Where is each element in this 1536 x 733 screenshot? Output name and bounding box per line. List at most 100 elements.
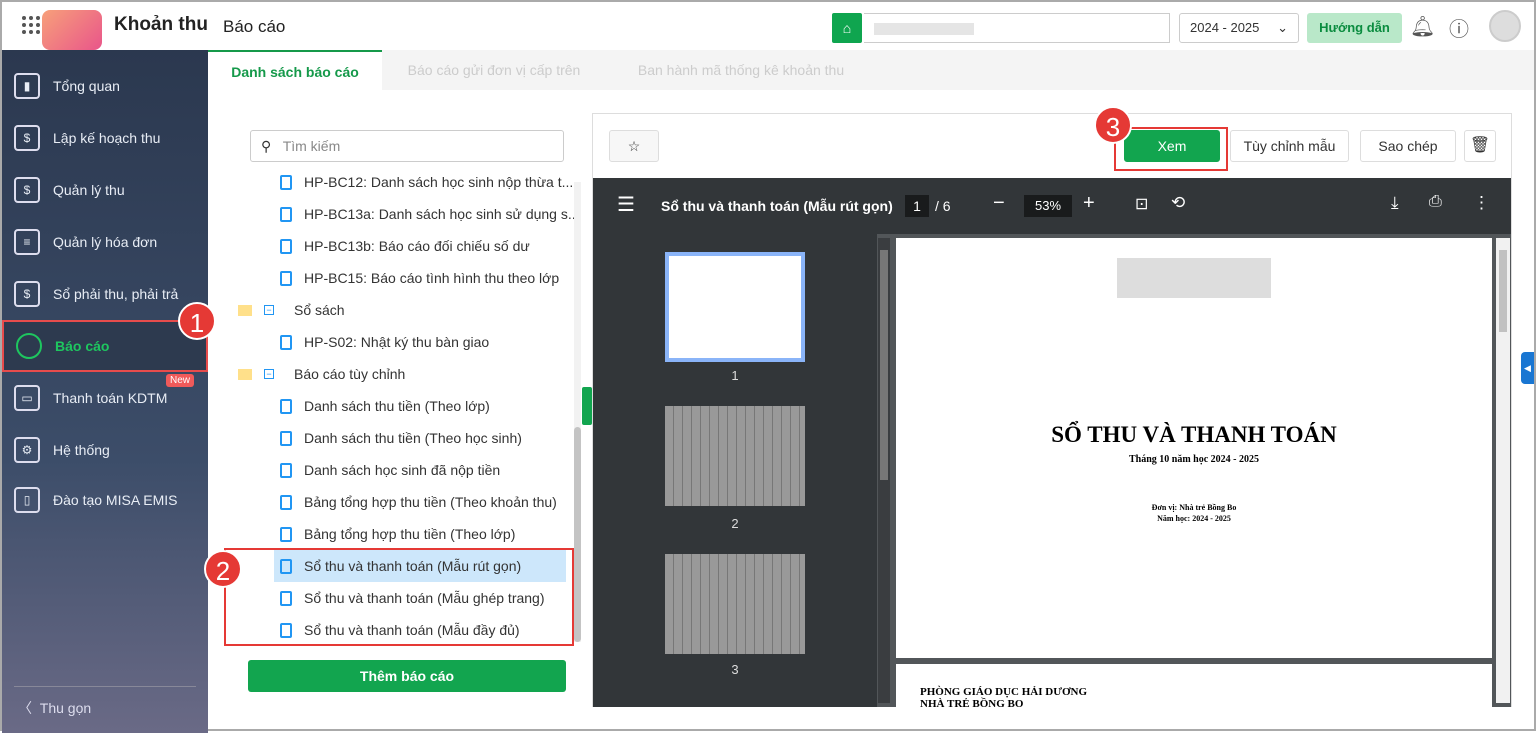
tree-label: Sổ sách [294,302,345,318]
doc-unit: Đơn vị: Nhà trẻ Bồng Bo [1151,503,1237,512]
new-badge: New [166,374,195,387]
tree-folder[interactable]: − Sổ sách [238,294,345,326]
thumbnail-page-1[interactable] [665,252,805,362]
tree-item[interactable]: HP-BC15: Báo cáo tình hình thu theo lớp [280,262,559,294]
collapse-icon[interactable]: − [264,305,274,315]
sidebar-item-plan[interactable]: $ Lập kế hoạch thu [2,112,208,164]
zoom-out-icon[interactable]: − [993,192,1005,215]
label: Báo cáo [55,338,110,354]
page-title: Báo cáo [223,17,286,36]
search-placeholder: Tìm kiếm [282,138,341,154]
thumb-scrollbar[interactable] [878,238,890,703]
guide-button[interactable]: Hướng dẫn [1307,13,1402,43]
tree-item[interactable]: HP-BC13b: Báo cáo đối chiếu số dư [280,230,530,262]
file-icon [280,494,292,510]
sidebar-item-system[interactable]: ⚙ Hệ thống [2,424,208,476]
apps-grid-icon[interactable] [22,16,40,34]
tree-label: HP-BC12: Danh sách học sinh nộp thừa t..… [304,174,574,190]
sidebar-item-collect[interactable]: $ Quản lý thu [2,164,208,216]
tree-label: HP-BC15: Báo cáo tình hình thu theo lớp [304,270,560,286]
p2-line: NHÀ TRẺ BỒNG BO [920,698,1024,710]
tree-folder[interactable]: − Báo cáo tùy chỉnh [238,358,405,390]
thumbnail-page-2[interactable] [665,406,805,506]
tree-item[interactable]: Danh sách thu tiền (Theo học sinh) [280,422,522,454]
file-icon [280,206,292,222]
rotate-icon[interactable]: ⟲ [1171,193,1185,213]
tree-label: HP-BC13b: Báo cáo đối chiếu số dư [304,238,530,254]
sidebar-item-invoice[interactable]: ≡ Quản lý hóa đơn [2,216,208,268]
school-search-input[interactable] [864,13,1170,43]
thumbnail-page-3[interactable] [665,554,805,654]
tab-stat-code[interactable]: Ban hành mã thống kê khoản thu [606,50,876,90]
pdf-title: Sổ thu và thanh toán (Mẫu rút gọn) [661,198,893,214]
menu-icon[interactable]: ☰ [617,192,635,217]
tree-scrollbar[interactable] [574,182,581,642]
label: Đào tạo MISA EMIS [53,492,178,508]
file-icon [280,270,292,286]
pdf-page-2: PHÒNG GIÁO DỤC HẢI DƯƠNG NHÀ TRẺ BỒNG BO [896,664,1492,710]
label: Thanh toán KDTM [53,390,168,406]
tree-item[interactable]: Danh sách thu tiền (Theo lớp) [280,390,490,422]
calendar-icon: $ [14,125,40,151]
sidebar-item-ledger[interactable]: $ Sổ phải thu, phải trả [2,268,208,320]
tab-report-upper[interactable]: Báo cáo gửi đơn vị cấp trên [382,50,606,90]
delete-button[interactable]: 🗑︎ [1464,130,1496,162]
chart-icon: ▮ [14,73,40,99]
tree-item[interactable]: Danh sách học sinh đã nộp tiền [280,454,500,486]
sidebar-item-overview[interactable]: ▮ Tổng quan [2,60,208,112]
search-icon: ⚲ [261,138,272,154]
tree-item[interactable]: Bảng tổng hợp thu tiền (Theo khoản thu) [280,486,557,518]
sidebar-item-reports[interactable]: Báo cáo [2,320,208,372]
download-icon[interactable]: ⤓ [1391,193,1399,213]
open-book-icon: ▯ [14,487,40,513]
file-icon [280,238,292,254]
tree-search-input[interactable]: ⚲ Tìm kiếm [250,130,564,162]
tree-label: Bảng tổng hợp thu tiền (Theo lớp) [304,526,516,542]
collapse-label: Thu gọn [39,700,92,716]
tree-item[interactable]: HP-S02: Nhật ký thu bàn giao [280,326,489,358]
home-icon[interactable]: ⌂ [832,13,862,43]
thumb-num: 1 [731,368,739,383]
view-button[interactable]: Xem [1124,130,1220,162]
blurred-header [1117,258,1271,298]
tree-item[interactable]: HP-BC12: Danh sách học sinh nộp thừa t..… [280,172,573,198]
side-expand-handle[interactable]: ◀ [1521,352,1534,384]
zoom-in-icon[interactable]: + [1083,192,1095,215]
customize-template-button[interactable]: Tùy chỉnh mẫu [1230,130,1349,162]
more-icon[interactable]: ⋮ [1473,193,1490,213]
sidebar-item-training[interactable]: ▯ Đào tạo MISA EMIS [2,474,208,526]
app-logo [42,10,102,50]
add-report-button[interactable]: Thêm báo cáo [248,660,566,692]
tree-label: Báo cáo tùy chỉnh [294,366,406,382]
p2-line: PHÒNG GIÁO DỤC HẢI DƯƠNG [920,686,1088,698]
step-badge-1: 1 [178,302,216,340]
page-input[interactable]: 1 [905,195,929,217]
trash-icon: 🗑︎ [1469,137,1491,154]
label: Hệ thống [53,442,110,458]
star-icon: ☆ [627,138,641,154]
label: Tổng quan [53,78,120,94]
collapse-icon[interactable]: − [264,369,274,379]
favorite-star-button[interactable]: ☆ [609,130,659,162]
print-icon[interactable]: ⎙ [1429,193,1442,211]
tree-label: Danh sách học sinh đã nộp tiền [304,462,501,478]
copy-button[interactable]: Sao chép [1360,130,1456,162]
tree-label: Bảng tổng hợp thu tiền (Theo khoản thu) [304,494,557,510]
pdf-toolbar: ☰ Sổ thu và thanh toán (Mẫu rút gọn) 1 /… [593,178,1511,234]
tree-label: HP-S02: Nhật ký thu bàn giao [304,334,490,350]
pdf-scrollbar[interactable] [1496,238,1510,703]
collapse-button[interactable]: 〈 Thu gọn [18,698,91,718]
sidebar-item-payment[interactable]: ▭ Thanh toán KDTM New [2,372,208,424]
tab-report-list[interactable]: Danh sách báo cáo [208,50,382,90]
panel-toggle-handle[interactable] [582,387,592,425]
year-select[interactable]: 2024 - 2025 ⌄ [1179,13,1299,43]
tree-item[interactable]: Bảng tổng hợp thu tiền (Theo lớp) [280,518,515,550]
invoice-icon: ≡ [14,229,40,255]
help-icon[interactable]: ⓘ [1449,13,1469,42]
folder-icon [238,368,252,380]
tree-item[interactable]: HP-BC13a: Danh sách học sinh sử dụng s..… [280,198,580,230]
zoom-level[interactable]: 53% [1024,195,1072,217]
avatar[interactable] [1489,10,1521,42]
bell-icon[interactable]: 🔔︎ [1410,14,1435,39]
fit-page-icon[interactable]: ⊡ [1135,194,1148,214]
